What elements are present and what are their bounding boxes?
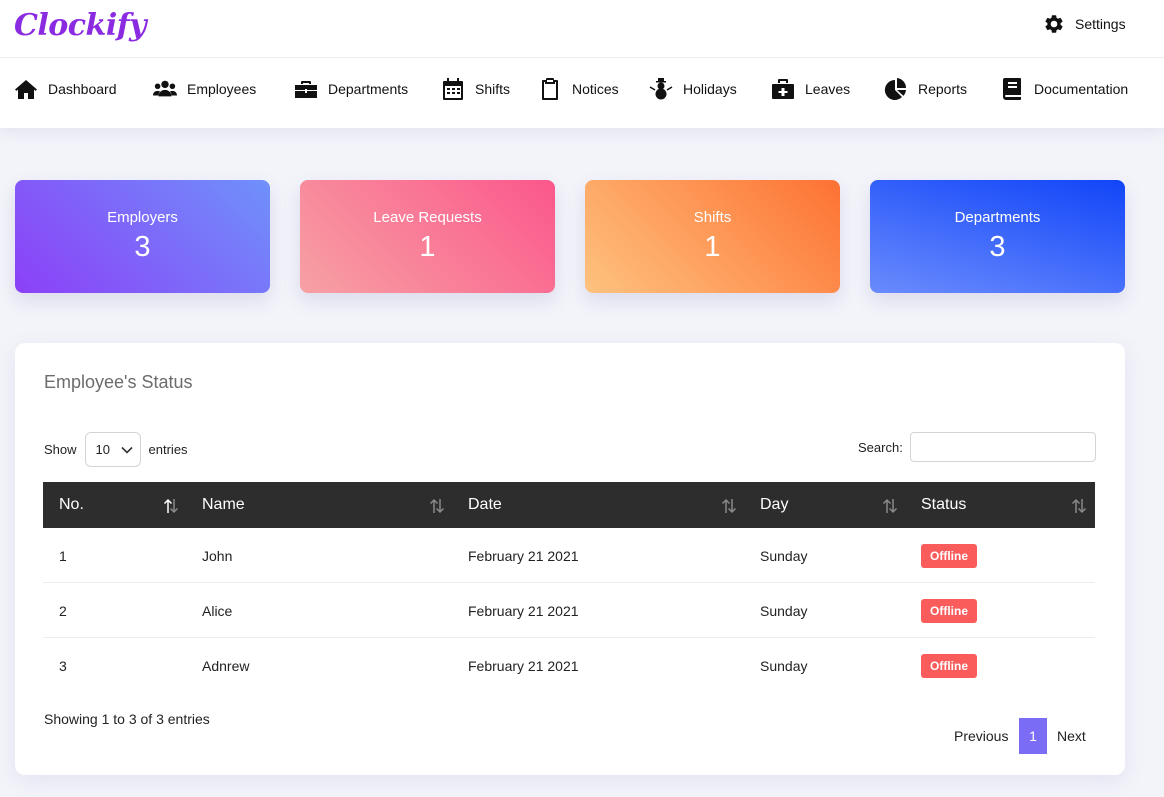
cell-date: February 21 2021 [468, 603, 579, 619]
cell-name: Adnrew [202, 658, 250, 674]
column-header-no[interactable]: No. [59, 496, 84, 514]
stat-value: 1 [704, 231, 721, 263]
stat-label: Departments [954, 209, 1041, 226]
column-header-date[interactable]: Date [468, 496, 502, 514]
status-badge: Offline [921, 544, 977, 568]
cell-day: Sunday [760, 658, 808, 674]
search-input[interactable] [909, 432, 1096, 462]
nav-item-shifts[interactable]: Shifts [441, 77, 510, 101]
settings-button[interactable]: Settings [1043, 12, 1126, 36]
nav-item-employees[interactable]: Employees [153, 77, 256, 101]
sort-icon[interactable] [720, 497, 738, 515]
column-header-name[interactable]: Name [202, 496, 245, 514]
sort-icon[interactable] [1070, 497, 1088, 515]
nav-item-reports[interactable]: Reports [884, 77, 967, 101]
column-header-status[interactable]: Status [921, 496, 966, 514]
entries-control: Show 10 entries [44, 432, 188, 467]
next-button[interactable]: Next [1057, 728, 1086, 744]
clipboard-icon [538, 78, 562, 100]
table-row: 1 John February 21 2021 Sunday Offline [43, 528, 1095, 583]
briefcase-icon [294, 78, 318, 100]
nav-item-dashboard[interactable]: Dashboard [14, 77, 117, 101]
column-header-day[interactable]: Day [760, 496, 788, 514]
stat-value: 3 [134, 231, 151, 263]
status-badge: Offline [921, 654, 977, 678]
cell-no: 1 [59, 548, 67, 564]
sort-icon[interactable] [428, 497, 446, 515]
stat-card-shifts: Shifts 1 [585, 180, 840, 293]
nav-label-holidays: Holidays [683, 81, 737, 97]
snowman-icon [649, 78, 673, 100]
previous-button[interactable]: Previous [954, 728, 1008, 744]
sort-icon[interactable] [881, 497, 899, 515]
nav-label-leaves: Leaves [805, 81, 851, 97]
app-logo[interactable]: Clockify [14, 8, 147, 43]
main-nav: Dashboard Employees Departments Shifts N… [0, 58, 1164, 122]
cell-date: February 21 2021 [468, 548, 579, 564]
calendar-icon [441, 78, 465, 100]
employee-status-panel: Employee's Status Show 10 entries Search… [15, 343, 1125, 775]
stat-card-employers: Employers 3 [15, 180, 270, 293]
entries-label: entries [148, 442, 188, 457]
stat-value: 1 [419, 231, 436, 263]
stat-label: Shifts [693, 209, 732, 226]
nav-item-documentation[interactable]: Documentation [1000, 77, 1128, 101]
settings-label: Settings [1075, 16, 1126, 32]
sort-active-icon[interactable] [162, 497, 180, 515]
nav-label-documentation: Documentation [1034, 81, 1129, 97]
panel-title: Employee's Status [44, 372, 193, 392]
cell-name: John [202, 548, 233, 564]
cell-name: Alice [202, 603, 233, 619]
nav-label-shifts: Shifts [475, 81, 511, 97]
cell-no: 3 [59, 658, 67, 674]
home-icon [14, 78, 38, 100]
cell-no: 2 [59, 603, 67, 619]
pie-chart-icon [884, 78, 908, 100]
search-control: Search: [858, 432, 1096, 462]
status-badge: Offline [921, 599, 977, 623]
app-header: Clockify Settings Dashboard Employees De… [0, 0, 1164, 128]
table-info: Showing 1 to 3 of 3 entries [44, 711, 210, 727]
nav-item-departments[interactable]: Departments [294, 77, 408, 101]
stat-card-departments: Departments 3 [870, 180, 1125, 293]
entries-select[interactable]: 10 [84, 432, 141, 467]
table-row: 2 Alice February 21 2021 Sunday Offline [43, 583, 1095, 638]
entries-select-value: 10 [95, 442, 110, 457]
medkit-icon [771, 78, 795, 100]
cell-day: Sunday [760, 603, 808, 619]
nav-label-dashboard: Dashboard [48, 81, 117, 97]
book-icon [1000, 78, 1024, 100]
top-bar: Clockify Settings [0, 0, 1164, 58]
show-label: Show [44, 442, 77, 457]
table-row: 3 Adnrew February 21 2021 Sunday Offline [43, 638, 1095, 693]
chevron-down-icon [120, 446, 133, 454]
nav-label-employees: Employees [187, 81, 257, 97]
nav-item-notices[interactable]: Notices [538, 77, 619, 101]
stat-card-leave-requests: Leave Requests 1 [300, 180, 555, 293]
stat-label: Leave Requests [373, 209, 482, 226]
stat-value: 3 [989, 231, 1006, 263]
table-header: No. Name Date Day Status [43, 482, 1095, 528]
cell-date: February 21 2021 [468, 658, 579, 674]
nav-item-holidays[interactable]: Holidays [649, 77, 737, 101]
users-icon [153, 78, 177, 100]
stat-label: Employers [107, 209, 178, 226]
page-button-current[interactable]: 1 [1019, 718, 1047, 754]
status-table: No. Name Date Day Status 1 John February… [43, 482, 1095, 693]
nav-label-departments: Departments [328, 81, 409, 97]
search-label: Search: [858, 439, 903, 455]
cell-day: Sunday [760, 548, 808, 564]
nav-label-notices: Notices [572, 81, 619, 97]
gear-icon [1043, 13, 1065, 35]
nav-item-leaves[interactable]: Leaves [771, 77, 850, 101]
nav-label-reports: Reports [918, 81, 968, 97]
